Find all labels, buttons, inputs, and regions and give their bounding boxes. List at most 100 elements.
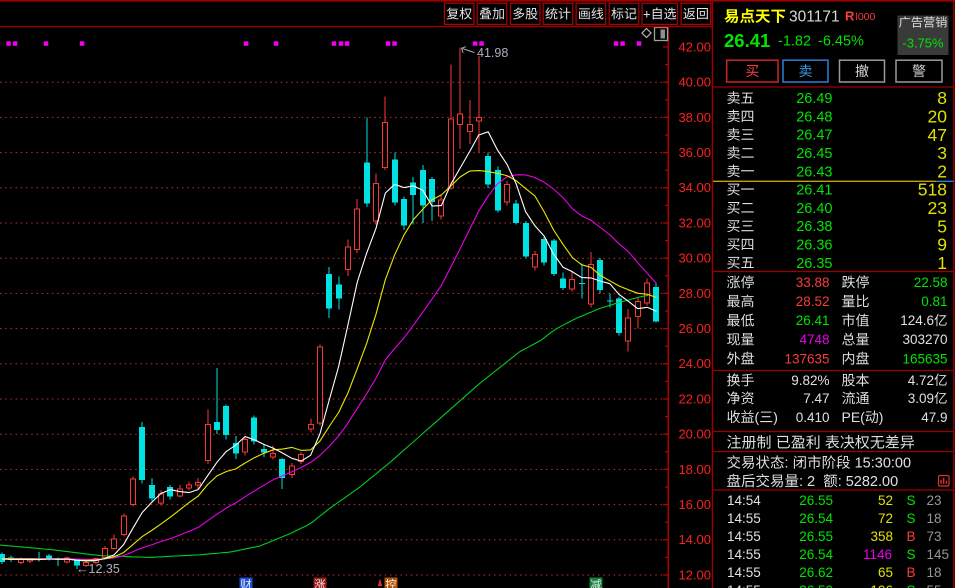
svg-text:B: B bbox=[907, 565, 916, 580]
svg-text:26.47: 26.47 bbox=[796, 128, 832, 144]
svg-text:30.00: 30.00 bbox=[678, 251, 711, 266]
svg-text:8: 8 bbox=[937, 88, 947, 108]
svg-text:4748: 4748 bbox=[800, 332, 830, 347]
svg-text:34.00: 34.00 bbox=[678, 180, 711, 195]
svg-text:3.09: 3.09 bbox=[908, 391, 934, 406]
svg-text:26.45: 26.45 bbox=[796, 146, 832, 162]
svg-text:20: 20 bbox=[928, 107, 948, 127]
svg-text:26.62: 26.62 bbox=[799, 565, 833, 580]
svg-text:0.81: 0.81 bbox=[921, 294, 947, 309]
svg-text:38.00: 38.00 bbox=[678, 110, 711, 125]
svg-text:73: 73 bbox=[927, 529, 942, 544]
svg-text:: 5282.00: : 5282.00 bbox=[838, 474, 898, 490]
svg-text:145: 145 bbox=[927, 547, 950, 562]
svg-text:26.50: 26.50 bbox=[799, 583, 833, 588]
svg-text:26.41: 26.41 bbox=[796, 313, 830, 328]
svg-text:52: 52 bbox=[878, 493, 893, 508]
svg-text:26.38: 26.38 bbox=[796, 219, 832, 235]
svg-text:14:54: 14:54 bbox=[727, 493, 761, 508]
svg-text:14.00: 14.00 bbox=[678, 532, 711, 547]
svg-text:301171: 301171 bbox=[789, 9, 840, 26]
svg-text:S: S bbox=[907, 511, 916, 526]
svg-text:1146: 1146 bbox=[863, 547, 892, 562]
svg-text:3: 3 bbox=[937, 143, 947, 163]
svg-text:1: 1 bbox=[937, 253, 947, 273]
svg-text:R: R bbox=[845, 8, 855, 23]
svg-text:14:55: 14:55 bbox=[727, 511, 761, 526]
svg-text:S: S bbox=[907, 583, 916, 588]
svg-text:26.41: 26.41 bbox=[796, 183, 832, 199]
svg-text:18: 18 bbox=[927, 511, 942, 526]
svg-text:15:30:00: 15:30:00 bbox=[851, 456, 911, 472]
svg-text:9: 9 bbox=[937, 235, 947, 255]
svg-text:33.88: 33.88 bbox=[796, 275, 830, 290]
svg-text:26.40: 26.40 bbox=[796, 201, 832, 217]
svg-text:47: 47 bbox=[928, 125, 947, 145]
svg-text:-6.45%: -6.45% bbox=[818, 34, 864, 50]
svg-text:28.52: 28.52 bbox=[796, 294, 830, 309]
svg-text:2: 2 bbox=[937, 161, 947, 181]
svg-text:26.55: 26.55 bbox=[799, 529, 833, 544]
svg-text:41.98: 41.98 bbox=[477, 46, 508, 60]
svg-text:S: S bbox=[907, 493, 916, 508]
svg-text:(: ( bbox=[755, 409, 760, 425]
svg-text:9.82%: 9.82% bbox=[791, 373, 829, 388]
svg-text:55: 55 bbox=[927, 583, 942, 588]
svg-text:4.72: 4.72 bbox=[908, 373, 934, 388]
svg-text:: 2: : 2 bbox=[799, 474, 823, 490]
svg-text:26.43: 26.43 bbox=[796, 164, 832, 180]
svg-text:+: + bbox=[643, 6, 651, 21]
svg-text:-3.75%: -3.75% bbox=[902, 36, 944, 51]
svg-text:14:55: 14:55 bbox=[727, 529, 761, 544]
svg-text:14:55: 14:55 bbox=[727, 547, 761, 562]
svg-text:18.00: 18.00 bbox=[678, 462, 711, 477]
svg-text:196: 196 bbox=[871, 583, 894, 588]
svg-text:42.00: 42.00 bbox=[678, 39, 711, 54]
svg-text::: : bbox=[785, 456, 793, 472]
svg-text:7.47: 7.47 bbox=[803, 391, 829, 406]
svg-text:26.36: 26.36 bbox=[796, 238, 832, 254]
svg-text:0.410: 0.410 bbox=[796, 410, 830, 425]
svg-text:165635: 165635 bbox=[903, 351, 948, 366]
svg-text:36.00: 36.00 bbox=[678, 145, 711, 160]
svg-text:20.00: 20.00 bbox=[678, 427, 711, 442]
svg-text:124.6: 124.6 bbox=[900, 313, 934, 328]
svg-text:23: 23 bbox=[927, 493, 942, 508]
svg-text:72: 72 bbox=[878, 511, 893, 526]
svg-text:303270: 303270 bbox=[903, 332, 948, 347]
svg-text:518: 518 bbox=[918, 180, 947, 200]
svg-text:26.54: 26.54 bbox=[799, 511, 833, 526]
svg-text:l000: l000 bbox=[856, 11, 876, 23]
svg-text:26.41: 26.41 bbox=[724, 30, 770, 51]
svg-text:26.00: 26.00 bbox=[678, 321, 711, 336]
svg-text:47.9: 47.9 bbox=[921, 410, 947, 425]
svg-text:22.00: 22.00 bbox=[678, 391, 711, 406]
svg-text:26.54: 26.54 bbox=[799, 547, 833, 562]
svg-text:22.58: 22.58 bbox=[914, 275, 948, 290]
svg-text:32.00: 32.00 bbox=[678, 215, 711, 230]
svg-text:): ) bbox=[879, 409, 884, 425]
svg-text:B: B bbox=[907, 529, 916, 544]
svg-text:12.00: 12.00 bbox=[678, 567, 711, 582]
svg-text:S: S bbox=[907, 547, 916, 562]
svg-text:358: 358 bbox=[871, 529, 894, 544]
svg-text:28.00: 28.00 bbox=[678, 286, 711, 301]
svg-text:26.49: 26.49 bbox=[796, 91, 832, 107]
svg-text:←12.35: ←12.35 bbox=[76, 562, 120, 576]
svg-text:5: 5 bbox=[937, 216, 947, 236]
svg-text:26.48: 26.48 bbox=[796, 109, 832, 125]
svg-text:-1.82: -1.82 bbox=[778, 34, 811, 50]
svg-text:14:55: 14:55 bbox=[727, 583, 761, 588]
svg-text:18: 18 bbox=[927, 565, 942, 580]
svg-text:): ) bbox=[773, 409, 778, 425]
svg-text:16.00: 16.00 bbox=[678, 497, 711, 512]
svg-text:65: 65 bbox=[878, 565, 893, 580]
svg-text:PE(: PE( bbox=[842, 409, 866, 425]
svg-text:24.00: 24.00 bbox=[678, 356, 711, 371]
svg-text:137635: 137635 bbox=[785, 351, 830, 366]
svg-text:26.35: 26.35 bbox=[796, 256, 832, 272]
svg-text:23: 23 bbox=[928, 198, 947, 218]
svg-text:26.55: 26.55 bbox=[799, 493, 833, 508]
svg-text:14:55: 14:55 bbox=[727, 565, 761, 580]
svg-text:40.00: 40.00 bbox=[678, 75, 711, 90]
